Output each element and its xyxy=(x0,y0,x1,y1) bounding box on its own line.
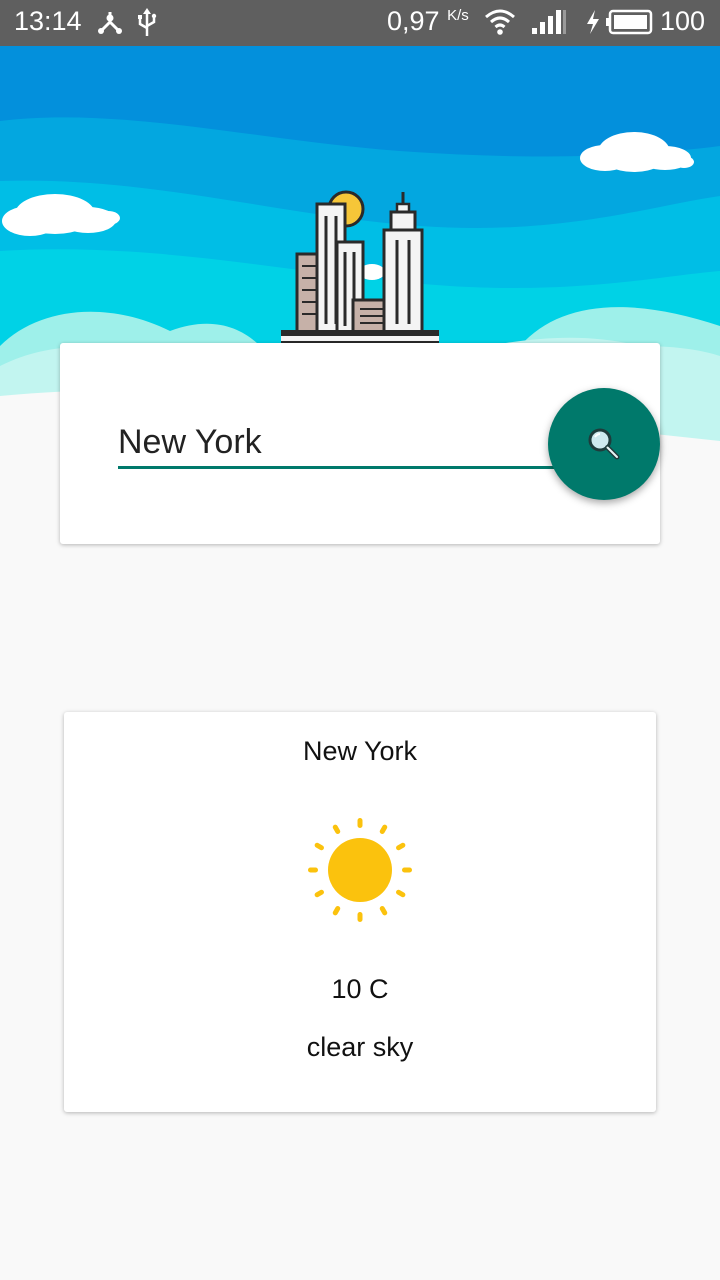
input-underline xyxy=(118,466,558,469)
search-icon xyxy=(588,428,620,460)
search-button[interactable] xyxy=(548,388,660,500)
sun-icon xyxy=(308,818,412,922)
battery-level: 100 xyxy=(660,6,706,36)
battery-icon xyxy=(606,9,653,35)
network-unit: K/s xyxy=(447,7,469,24)
city-search-input[interactable] xyxy=(118,419,558,465)
network-speed: 0,97 K/s xyxy=(387,6,469,36)
weather-city: New York xyxy=(302,736,418,766)
weather-temperature: 10 C xyxy=(331,974,389,1004)
status-time: 13:14 xyxy=(14,6,82,36)
weather-card: New York 10 C clear sky xyxy=(64,712,656,1112)
share-icon xyxy=(98,12,122,34)
status-bar: 13:14 0,97 K/s 100 xyxy=(0,0,720,46)
weather-description: clear sky xyxy=(306,1032,414,1062)
signal-icon xyxy=(532,10,566,34)
wifi-icon xyxy=(485,9,515,35)
usb-icon xyxy=(138,8,157,36)
charging-icon xyxy=(587,10,599,34)
